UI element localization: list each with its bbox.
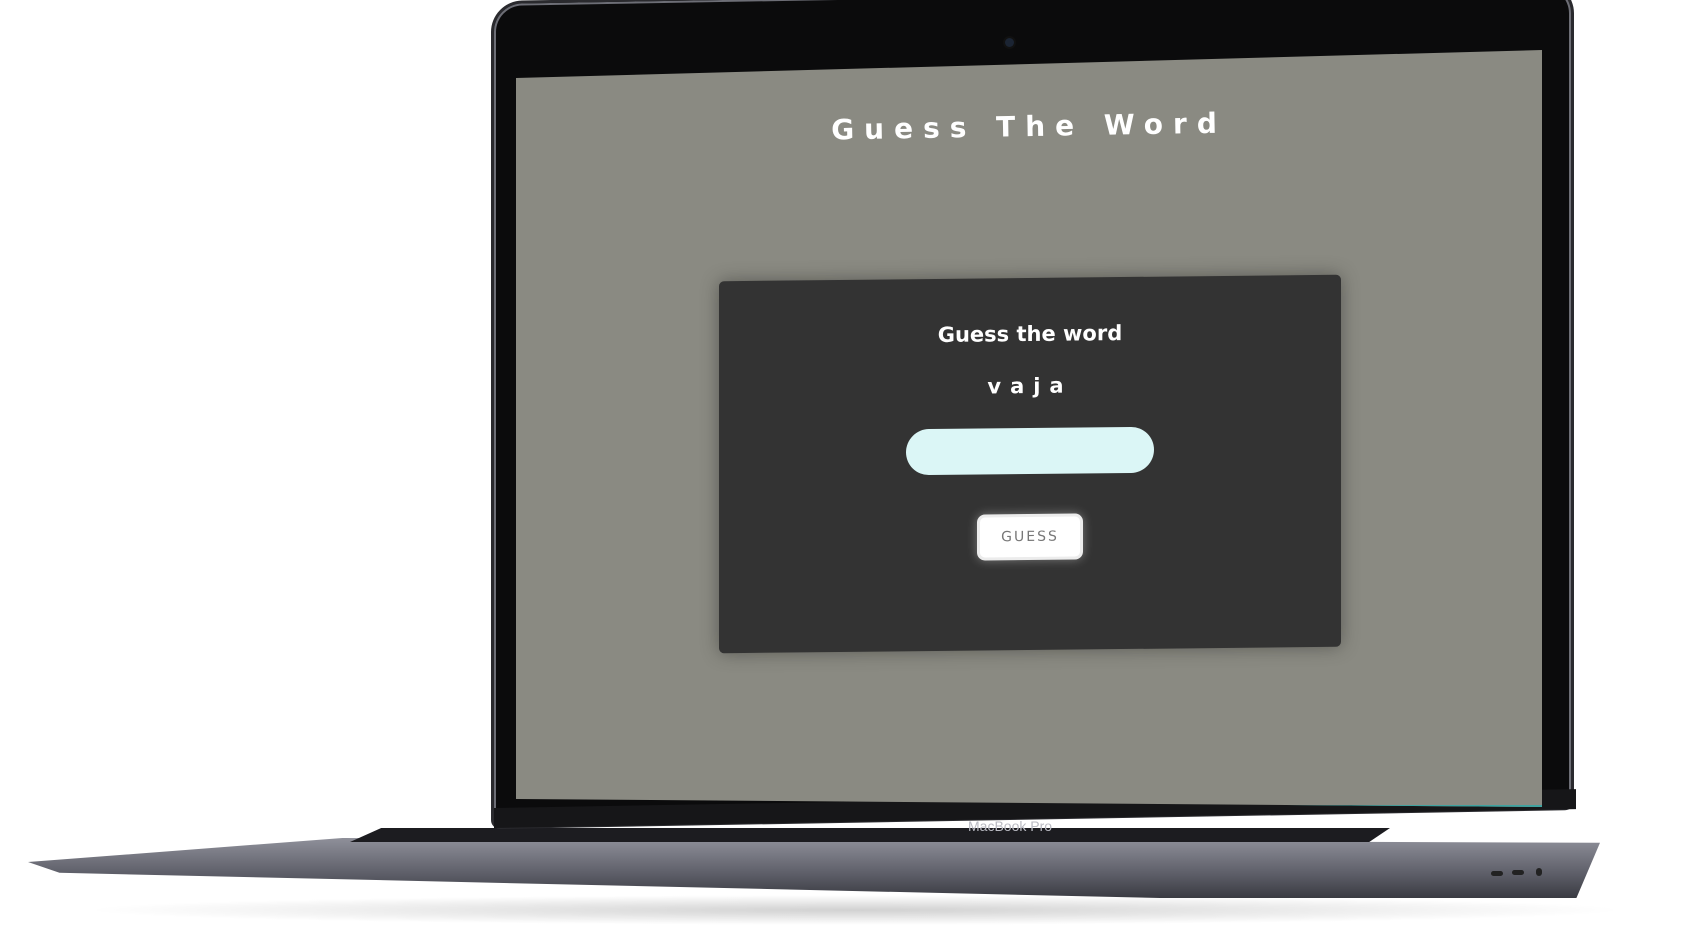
webcam-icon (1005, 38, 1014, 47)
laptop-screen: Guess The Word Guess the word vaja GUESS (516, 50, 1542, 807)
usb-c-port-icon (1512, 870, 1524, 875)
usb-c-port-icon (1491, 871, 1503, 876)
device-brand-label: MacBook Pro (968, 818, 1053, 834)
laptop-base (28, 838, 1600, 898)
laptop-keyboard-edge (350, 828, 1390, 842)
headphone-jack-icon (1536, 868, 1542, 876)
guess-input[interactable] (906, 427, 1154, 476)
game-card: Guess the word vaja GUESS (719, 275, 1341, 654)
laptop-shadow (80, 895, 1630, 925)
guess-button[interactable]: GUESS (977, 513, 1083, 560)
scrambled-word: vaja (987, 373, 1073, 399)
page-title: Guess The Word (830, 106, 1228, 147)
product-mockup: MacBook Pro Guess The Word Guess the wor… (0, 0, 1705, 949)
game-heading: Guess the word (937, 321, 1123, 347)
